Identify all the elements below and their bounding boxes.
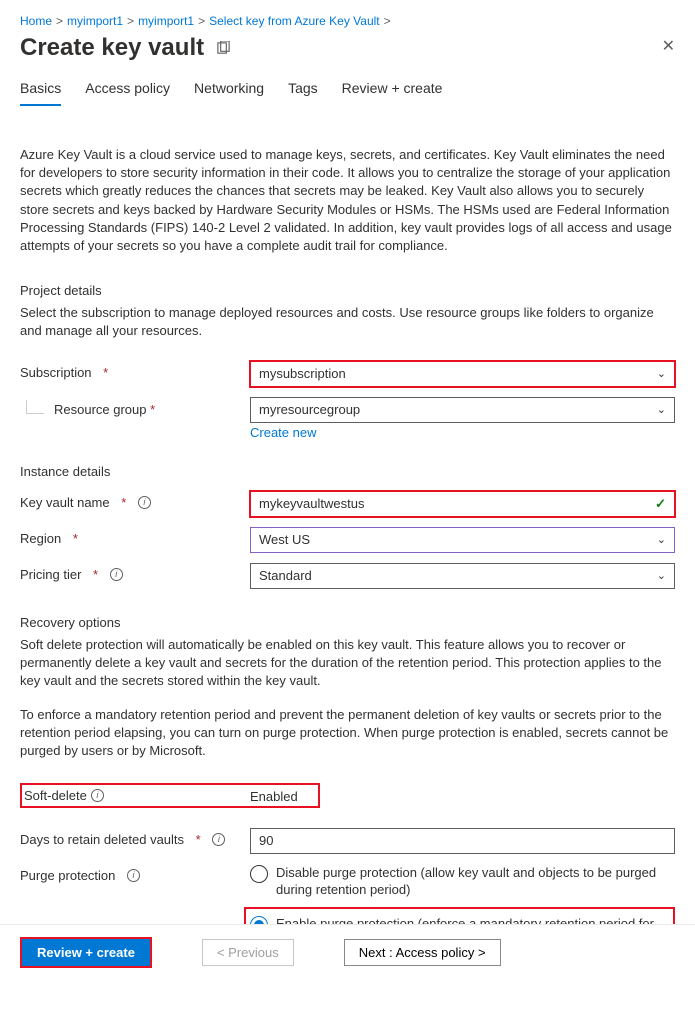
days-retain-label: Days to retain deleted vaults * i <box>20 828 250 847</box>
key-vault-name-input[interactable]: mykeyvaultwestus ✓ <box>250 491 675 517</box>
chevron-down-icon: ⌄ <box>657 403 666 416</box>
pin-icon[interactable] <box>216 41 231 56</box>
info-icon[interactable]: i <box>110 568 123 581</box>
soft-delete-label: Soft-delete <box>24 788 87 803</box>
info-icon[interactable]: i <box>212 833 225 846</box>
page-title: Create key vault <box>20 34 204 62</box>
check-icon: ✓ <box>655 496 666 512</box>
breadcrumb-link[interactable]: myimport1 <box>67 14 123 28</box>
soft-delete-value: Enabled <box>250 787 298 804</box>
chevron-down-icon: ⌄ <box>657 367 666 380</box>
previous-button: < Previous <box>202 939 294 966</box>
instance-details-heading: Instance details <box>20 464 675 479</box>
pricing-tier-select[interactable]: Standard ⌄ <box>250 563 675 589</box>
resource-group-label: Resource group <box>54 402 147 417</box>
key-vault-name-label: Key vault name * i <box>20 491 250 510</box>
breadcrumb-link[interactable]: Home <box>20 14 52 28</box>
tab-networking[interactable]: Networking <box>194 80 264 106</box>
radio-unselected-icon <box>250 865 268 883</box>
tab-tags[interactable]: Tags <box>288 80 318 106</box>
tab-review-create[interactable]: Review + create <box>342 80 443 106</box>
footer-bar: Review + create < Previous Next : Access… <box>0 924 695 980</box>
recovery-options-heading: Recovery options <box>20 615 675 630</box>
subscription-select[interactable]: mysubscription ⌄ <box>250 361 675 387</box>
chevron-down-icon: ⌄ <box>657 569 666 582</box>
chevron-down-icon: ⌄ <box>657 533 666 546</box>
info-icon[interactable]: i <box>127 869 140 882</box>
info-icon[interactable]: i <box>138 496 151 509</box>
breadcrumb-link[interactable]: Select key from Azure Key Vault <box>209 14 380 28</box>
review-create-button[interactable]: Review + create <box>22 939 150 966</box>
tab-access-policy[interactable]: Access policy <box>85 80 170 106</box>
breadcrumb-link[interactable]: myimport1 <box>138 14 194 28</box>
info-icon[interactable]: i <box>91 789 104 802</box>
close-icon[interactable]: ✕ <box>662 36 675 56</box>
create-key-vault-panel: Home> myimport1> myimport1> Select key f… <box>0 0 695 980</box>
tree-indent-icon <box>26 400 44 414</box>
project-details-heading: Project details <box>20 283 675 298</box>
resource-group-select[interactable]: myresourcegroup ⌄ <box>250 397 675 423</box>
days-retain-input[interactable]: 90 <box>250 828 675 854</box>
pricing-tier-label: Pricing tier * i <box>20 563 250 582</box>
recovery-p1: Soft delete protection will automaticall… <box>20 636 675 691</box>
tab-basics[interactable]: Basics <box>20 80 61 106</box>
tabs: Basics Access policy Networking Tags Rev… <box>20 80 675 106</box>
create-new-link[interactable]: Create new <box>250 425 316 440</box>
next-button[interactable]: Next : Access policy > <box>344 939 501 966</box>
region-label: Region * <box>20 527 250 546</box>
breadcrumb: Home> myimport1> myimport1> Select key f… <box>20 14 675 28</box>
recovery-p2: To enforce a mandatory retention period … <box>20 706 675 761</box>
project-details-sub: Select the subscription to manage deploy… <box>20 304 675 340</box>
subscription-label: Subscription * <box>20 361 250 380</box>
purge-disable-radio[interactable]: Disable purge protection (allow key vaul… <box>250 864 675 899</box>
purge-protection-label: Purge protection i <box>20 864 250 883</box>
intro-text: Azure Key Vault is a cloud service used … <box>20 146 675 255</box>
region-select[interactable]: West US ⌄ <box>250 527 675 553</box>
